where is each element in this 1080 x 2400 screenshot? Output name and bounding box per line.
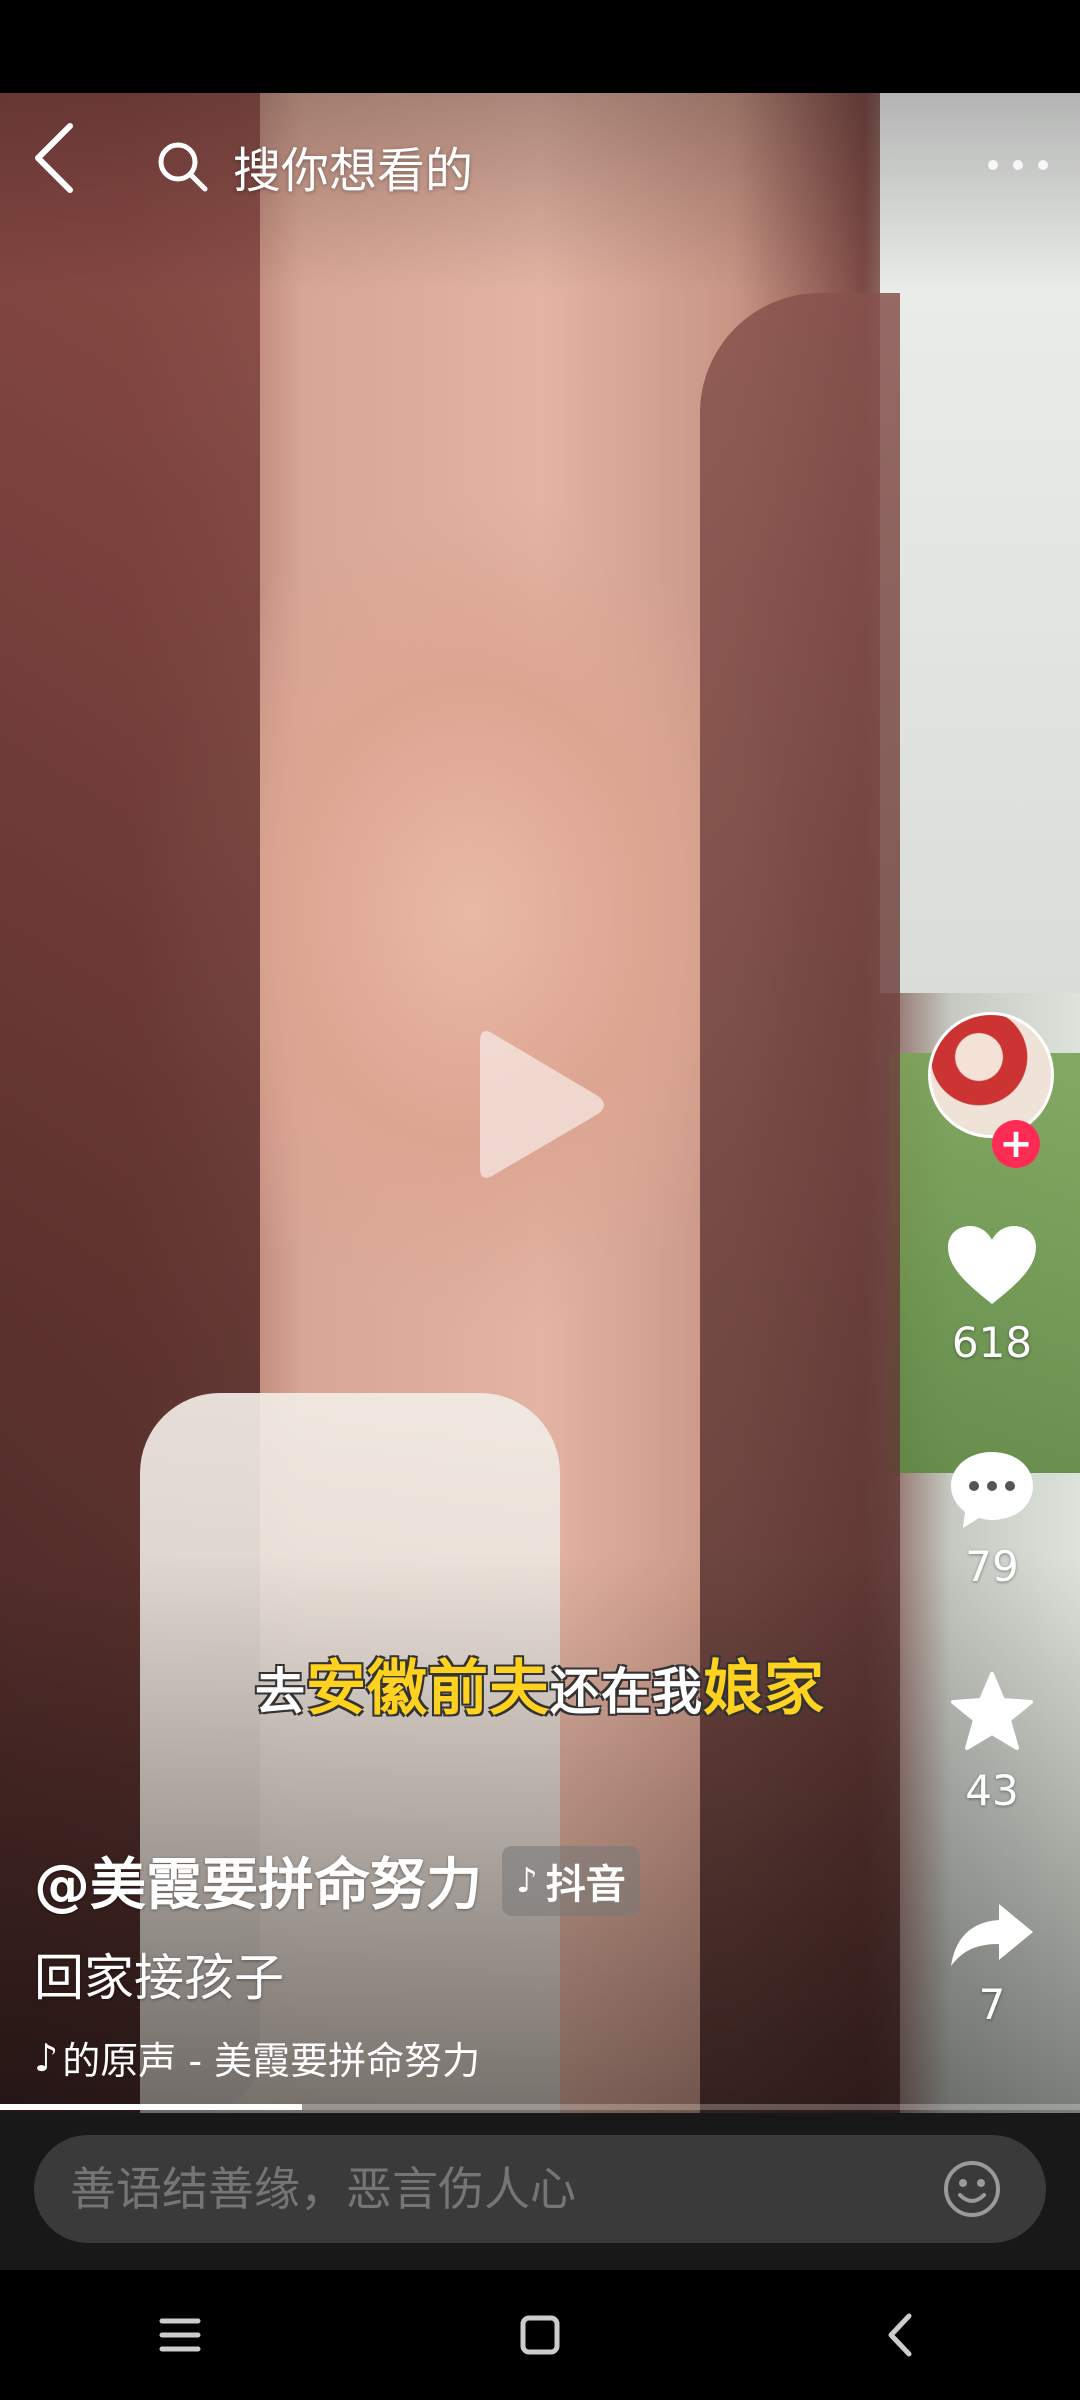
music-note-icon: ♪ bbox=[516, 1860, 538, 1901]
author-row: @美霞要拼命努力 ♪ 抖音 bbox=[34, 1840, 640, 1921]
like-count: 618 bbox=[951, 1318, 1033, 1367]
share-count: 7 bbox=[978, 1980, 1006, 2029]
avatar bbox=[928, 1012, 1054, 1138]
subtitle-segment: 还在我 bbox=[550, 1663, 703, 1721]
play-icon[interactable] bbox=[470, 1020, 610, 1190]
comment-area bbox=[0, 2113, 1080, 2270]
comment-button[interactable]: 79 bbox=[922, 1448, 1062, 1591]
video-caption: 回家接孩子 bbox=[34, 1949, 284, 2007]
subtitle-segment-highlight: 安徽前夫 bbox=[306, 1654, 550, 1724]
recents-button[interactable] bbox=[140, 2295, 220, 2375]
comment-input[interactable] bbox=[68, 2161, 942, 2217]
status-bar bbox=[0, 0, 1080, 93]
favorite-count: 43 bbox=[965, 1766, 1019, 1815]
comment-count: 79 bbox=[965, 1542, 1019, 1591]
follow-button[interactable]: + bbox=[992, 1120, 1040, 1168]
like-button[interactable]: 618 bbox=[922, 1222, 1062, 1367]
video-subtitle: 去安徽前夫还在我娘家 bbox=[0, 1640, 1080, 1727]
search-icon bbox=[158, 142, 208, 192]
share-button[interactable]: 7 bbox=[922, 1900, 1062, 2029]
home-square-icon bbox=[520, 2315, 560, 2355]
more-dot bbox=[988, 160, 998, 170]
douyin-tag: ♪ 抖音 bbox=[502, 1845, 640, 1916]
home-button[interactable] bbox=[500, 2295, 580, 2375]
more-dot bbox=[1013, 160, 1023, 170]
system-nav-bar bbox=[0, 2270, 1080, 2400]
menu-lines-icon bbox=[159, 2318, 201, 2352]
progress-fill bbox=[0, 2104, 303, 2110]
back-arrow-icon[interactable] bbox=[26, 118, 86, 198]
heart-icon bbox=[948, 1226, 1036, 1304]
emoji-icon[interactable] bbox=[942, 2159, 1002, 2219]
author-avatar[interactable] bbox=[928, 1012, 1054, 1138]
music-note-icon: ♪ bbox=[34, 2035, 59, 2080]
video-progress-bar[interactable] bbox=[0, 2104, 1080, 2110]
author-handle[interactable]: @美霞要拼命努力 bbox=[34, 1840, 482, 1921]
search-placeholder: 搜你想看的 bbox=[233, 143, 474, 199]
subtitle-segment-highlight: 娘家 bbox=[703, 1654, 825, 1724]
comment-box[interactable] bbox=[34, 2135, 1046, 2243]
system-back-button[interactable] bbox=[860, 2295, 940, 2375]
bottom-gradient bbox=[0, 1553, 1080, 2113]
tag-label: 抖音 bbox=[545, 1861, 626, 1908]
share-arrow-icon bbox=[951, 1904, 1033, 1966]
subtitle-segment: 去 bbox=[255, 1663, 306, 1721]
search-bar[interactable]: 搜你想看的 bbox=[155, 130, 473, 202]
music-info[interactable]: ♪ 的原声 - 美霞要拼命努力 bbox=[34, 2030, 594, 2085]
comment-bubble-icon bbox=[951, 1452, 1033, 1528]
more-dots-icon[interactable] bbox=[988, 150, 1048, 180]
more-dot bbox=[1038, 160, 1048, 170]
music-text: 的原声 - 美霞要拼命努力 bbox=[62, 2039, 481, 2083]
back-chevron-icon bbox=[888, 2313, 912, 2357]
